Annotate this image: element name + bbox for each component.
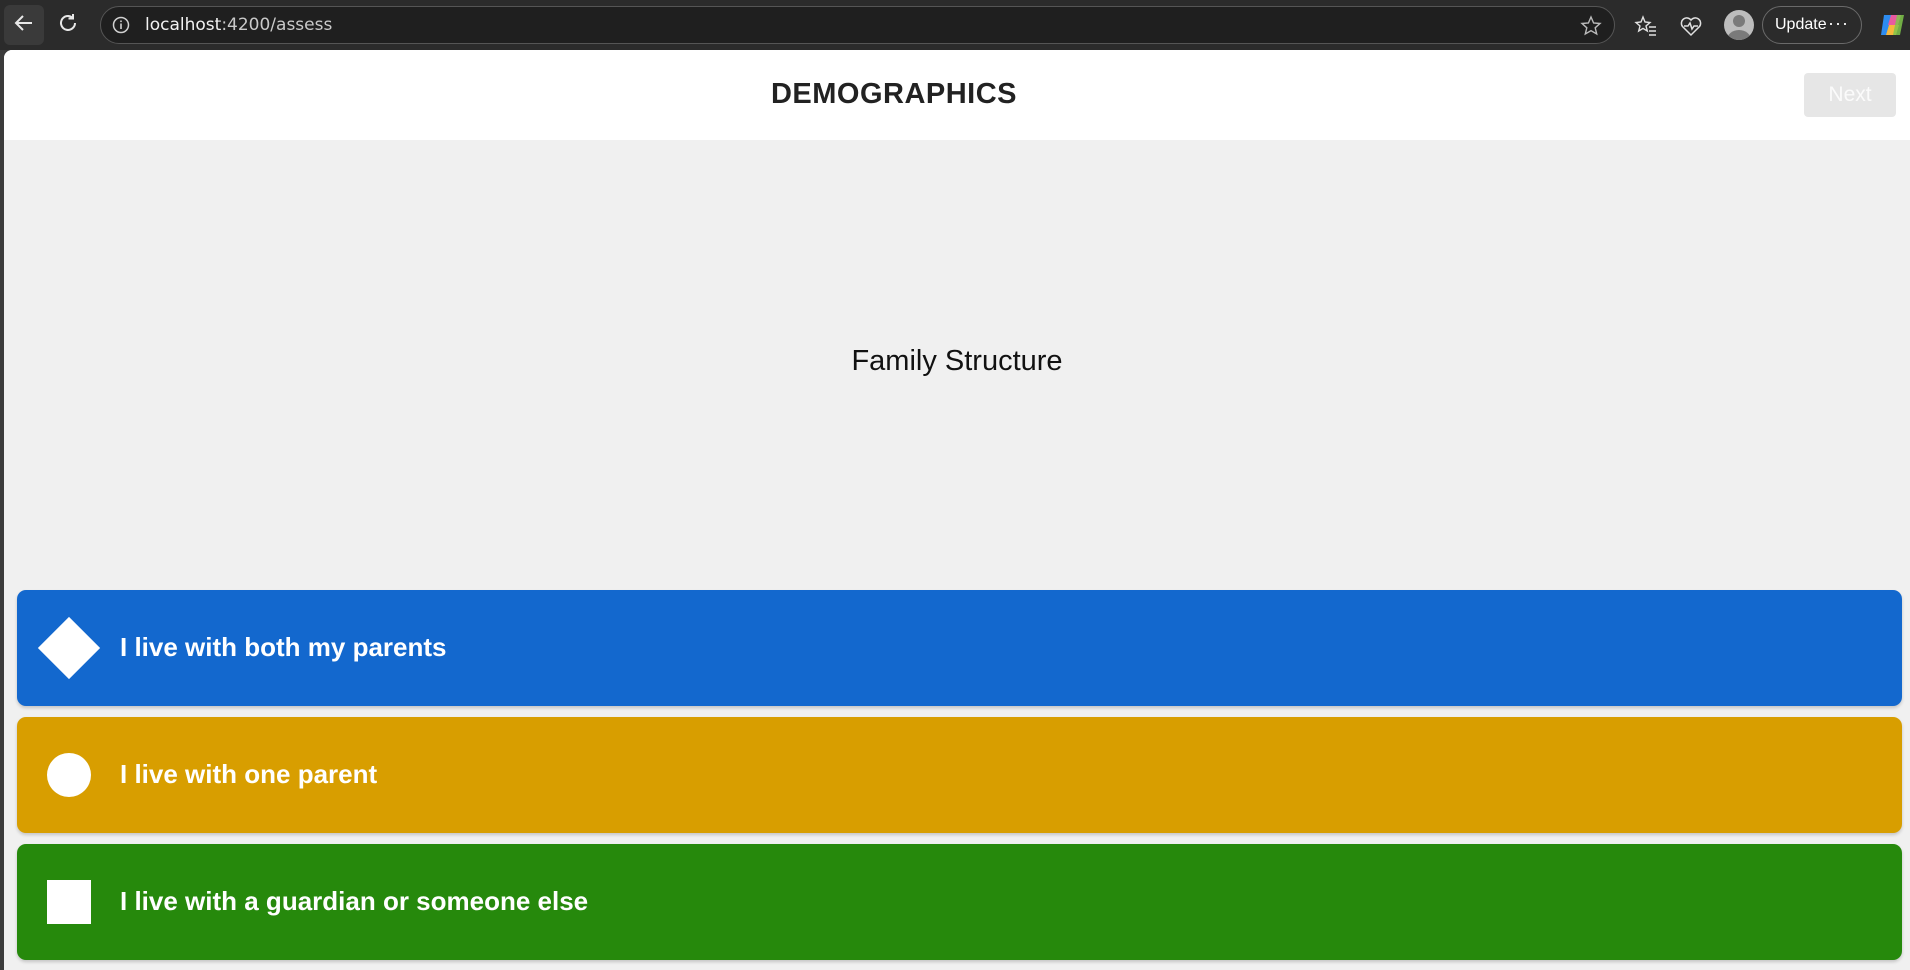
diamond-icon	[37, 616, 101, 680]
answer-label: I live with both my parents	[120, 632, 447, 662]
url-host: localhost	[145, 15, 222, 35]
page-viewport: DEMOGRAPHICS Next Family Structure I liv…	[4, 50, 1910, 970]
copilot-icon[interactable]	[1877, 10, 1907, 40]
reload-button[interactable]	[48, 5, 88, 45]
more-options-icon[interactable]: ···	[1828, 13, 1849, 34]
url-text: localhost:4200/assess	[145, 15, 332, 35]
square-icon	[39, 872, 99, 932]
circle-icon	[39, 745, 99, 805]
answer-option-one-parent[interactable]: I live with one parent	[17, 717, 1902, 833]
info-icon[interactable]	[111, 15, 131, 35]
favorites-icon[interactable]	[1633, 13, 1659, 39]
url-path: :4200/assess	[221, 15, 333, 35]
back-button[interactable]	[4, 5, 44, 45]
profile-avatar[interactable]	[1724, 10, 1754, 40]
browser-toolbar: localhost:4200/assess Update ···	[0, 0, 1910, 50]
update-button[interactable]: Update ···	[1762, 6, 1862, 44]
update-label: Update	[1775, 16, 1827, 33]
answer-label: I live with a guardian or someone else	[120, 886, 589, 916]
answer-option-both-parents[interactable]: I live with both my parents	[17, 590, 1902, 706]
page-header: DEMOGRAPHICS Next	[4, 50, 1910, 140]
browser-essentials-icon[interactable]	[1678, 13, 1704, 39]
reload-icon	[57, 12, 79, 39]
page-title: DEMOGRAPHICS	[770, 78, 1018, 110]
answer-label: I live with one parent	[120, 759, 378, 789]
question-text: Family Structure	[851, 345, 1063, 377]
star-icon[interactable]	[1580, 15, 1602, 37]
arrow-left-icon	[13, 12, 35, 39]
answer-option-guardian[interactable]: I live with a guardian or someone else	[17, 844, 1902, 960]
next-button[interactable]: Next	[1804, 73, 1896, 117]
answer-list: I live with both my parents I live with …	[17, 590, 1902, 970]
address-bar[interactable]: localhost:4200/assess	[100, 6, 1615, 44]
